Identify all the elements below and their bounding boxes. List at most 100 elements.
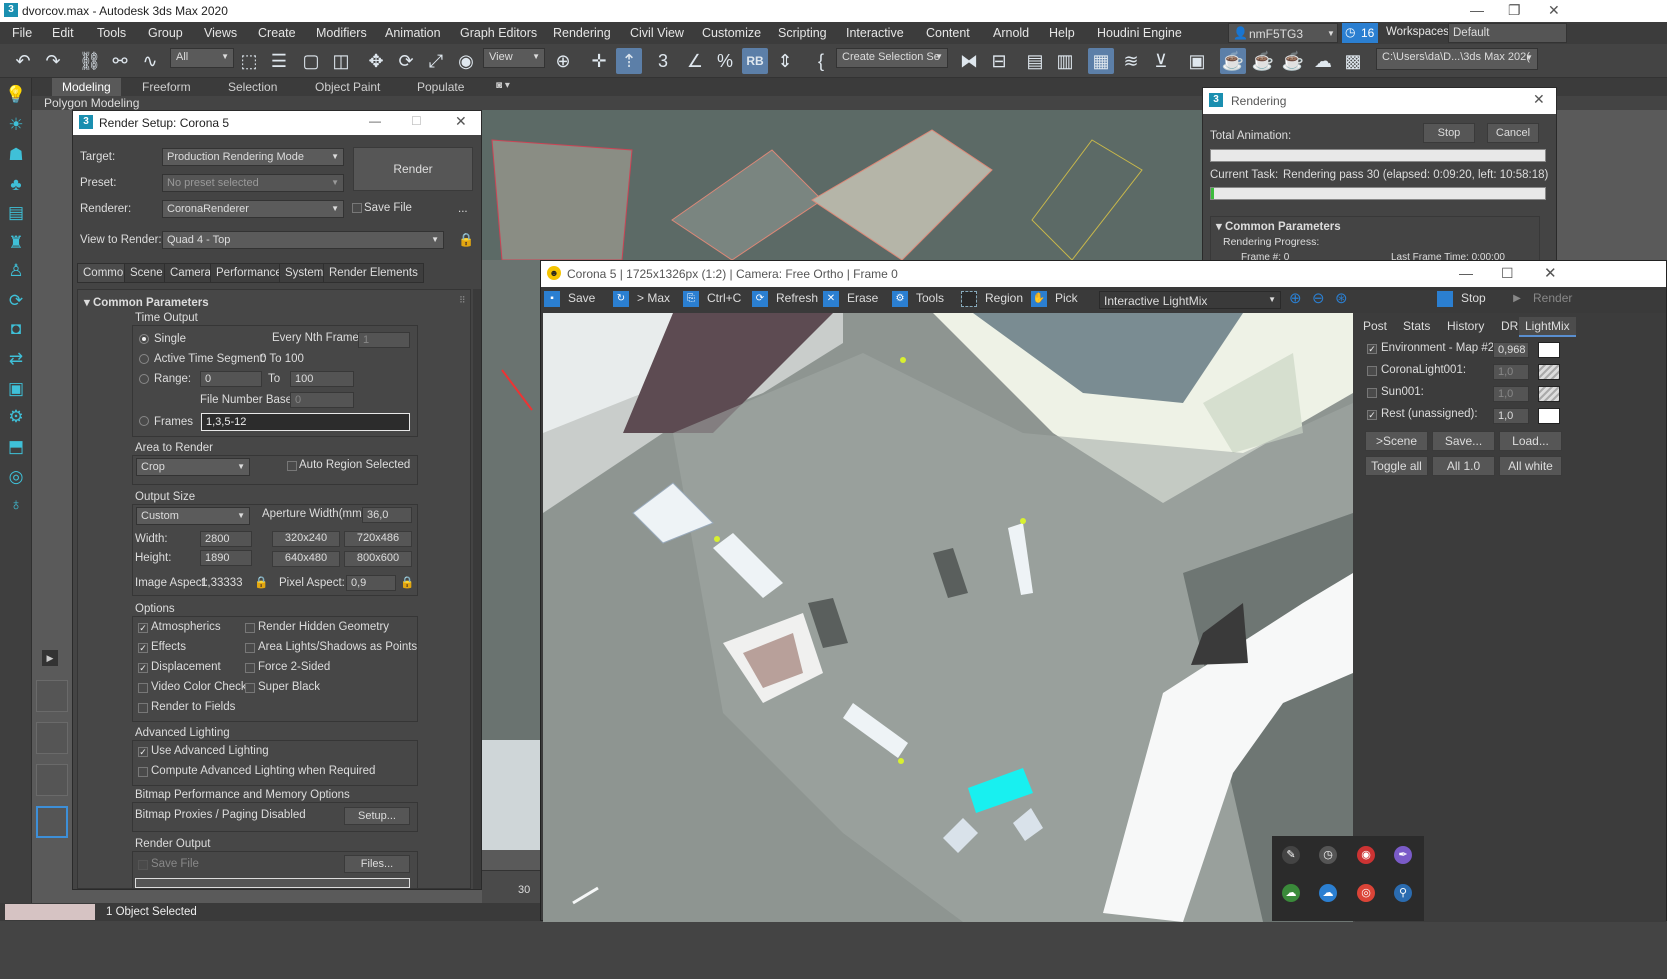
atmospherics-checkbox[interactable]: ✓ [138, 623, 148, 633]
lightmix-sun-color-swatch[interactable] [1538, 386, 1560, 402]
preset-320x240-button[interactable]: 320x240 [272, 531, 340, 547]
lightmix-coronalight-color-swatch[interactable] [1538, 364, 1560, 380]
auto-region-checkbox[interactable] [287, 461, 297, 471]
menu-customize[interactable]: Customize [702, 26, 761, 40]
lightmix-save-button[interactable]: Save... [1432, 431, 1495, 451]
lightmix-toggle-all-button[interactable]: Toggle all [1365, 456, 1428, 476]
layer-explorer-icon[interactable]: ▤ [1022, 48, 1048, 74]
height-spinner[interactable]: 1890 [200, 550, 252, 566]
lightmix-rest-spinner[interactable]: 1,0 [1493, 408, 1529, 424]
person-icon[interactable]: ♙ [5, 260, 27, 282]
spinner-snap-icon[interactable]: ⇕ [772, 48, 798, 74]
camera-icon[interactable]: ◘ [5, 318, 27, 340]
vfb-tab-lightmix[interactable]: LightMix [1519, 317, 1576, 337]
menu-arnold[interactable]: Arnold [993, 26, 1029, 40]
place-icon[interactable]: ◉ [453, 48, 479, 74]
menu-rendering[interactable]: Rendering [553, 26, 611, 40]
single-radio[interactable] [139, 334, 149, 344]
vfb-region-button[interactable]: Region [961, 291, 1023, 309]
aspect-lock-icon[interactable]: 🔒 [254, 575, 268, 589]
scene-explorer-icon[interactable]: ▦ [1088, 48, 1114, 74]
create-light-icon[interactable]: 💡 [5, 84, 27, 106]
menu-tools[interactable]: Tools [97, 26, 126, 40]
effects-checkbox[interactable]: ✓ [138, 643, 148, 653]
width-spinner[interactable]: 2800 [200, 531, 252, 547]
maximize-icon[interactable]: ☐ [1501, 265, 1514, 282]
menu-help[interactable]: Help [1049, 26, 1075, 40]
list-icon[interactable]: ▤ [5, 202, 27, 224]
render-output-path-field[interactable] [135, 878, 410, 888]
lightmix-environment-checkbox[interactable]: ✓ [1367, 344, 1377, 354]
tab-system[interactable]: System [279, 263, 330, 283]
minimize-icon[interactable]: — [1470, 2, 1484, 18]
export-icon[interactable]: ⬒ [5, 436, 27, 458]
zoom-in-icon[interactable]: ⊕ [1289, 289, 1302, 307]
rendered-frame-window-icon[interactable]: ☕ [1250, 48, 1276, 74]
preset-640x480-button[interactable]: 640x480 [272, 551, 340, 567]
vfb-mode-dropdown[interactable]: Interactive LightMix ▼ [1099, 291, 1281, 309]
save-file-checkbox[interactable] [352, 203, 362, 213]
lightmix-load-button[interactable]: Load... [1499, 431, 1562, 451]
bulb-icon[interactable]: ♁ [5, 494, 27, 516]
menu-houdini-engine[interactable]: Houdini Engine [1097, 26, 1182, 40]
render-in-cloud-icon[interactable]: ☁ [1310, 48, 1336, 74]
vfb-tab-stats[interactable]: Stats [1397, 317, 1436, 337]
viewport-layout-button[interactable] [36, 764, 68, 796]
active-segment-radio[interactable] [139, 354, 149, 364]
every-nth-spinner[interactable]: 1 [358, 332, 410, 348]
menu-scripting[interactable]: Scripting [778, 26, 827, 40]
cancel-render-button[interactable]: Cancel [1487, 123, 1539, 143]
lightmix-to-scene-button[interactable]: >Scene [1365, 431, 1428, 451]
vfb-refresh-button[interactable]: ⟳ Refresh [752, 291, 818, 309]
area-lights-checkbox[interactable] [245, 643, 255, 653]
lightmix-environment-spinner[interactable]: 0,968 [1493, 342, 1529, 358]
named-selection-set-dropdown[interactable]: Create Selection Se ▼ [836, 48, 948, 68]
material-editor-icon[interactable]: ▣ [1184, 48, 1210, 74]
pixel-aspect-lock-icon[interactable]: 🔒 [400, 575, 414, 589]
tray-chrome-icon[interactable]: ◎ [1357, 884, 1375, 902]
vfb-erase-button[interactable]: ✕ Erase [823, 291, 878, 309]
rotate-icon[interactable]: ⟳ [393, 48, 419, 74]
lightmix-all-white-button[interactable]: All white [1499, 456, 1562, 476]
tab-scene[interactable]: Scene [124, 263, 169, 283]
render-hidden-geometry-checkbox[interactable] [245, 623, 255, 633]
figure-icon[interactable]: ♜ [5, 232, 27, 254]
rectangular-selection-icon[interactable]: ▢ [298, 48, 324, 74]
mirror-icon[interactable]: ⧓ [956, 48, 982, 74]
ribbon-tab-selection[interactable]: Selection [218, 78, 287, 96]
move-tool-icon[interactable]: ⇄ [5, 348, 27, 370]
lightmix-environment-color-swatch[interactable] [1538, 342, 1560, 358]
vfb-stop-button[interactable]: Stop [1437, 291, 1486, 309]
tray-adobe-icon[interactable]: ◉ [1357, 846, 1375, 864]
reference-coordinate-dropdown[interactable]: View ▼ [483, 48, 545, 68]
viewport-layout-button[interactable] [36, 680, 68, 712]
asset-library-icon[interactable]: ▩ [1340, 48, 1366, 74]
force-2-sided-checkbox[interactable] [245, 663, 255, 673]
stop-render-button[interactable]: Stop [1423, 123, 1475, 143]
menu-civil-view[interactable]: Civil View [630, 26, 684, 40]
selection-filter-dropdown[interactable]: All ▼ [170, 48, 234, 68]
rollout-title[interactable]: ▾ Common Parameters [84, 295, 209, 309]
maxscript-listener[interactable] [5, 904, 95, 920]
maximize-icon[interactable]: ☐ [411, 114, 422, 128]
menu-create[interactable]: Create [258, 26, 296, 40]
people-icon[interactable]: ☗ [5, 144, 27, 166]
pivot-icon[interactable]: ⊕ [550, 48, 576, 74]
menu-views[interactable]: Views [204, 26, 237, 40]
lightmix-sun-checkbox[interactable] [1367, 388, 1377, 398]
tab-render-elements[interactable]: Render Elements [323, 263, 424, 283]
viewport-layout-button[interactable] [36, 722, 68, 754]
menu-modifiers[interactable]: Modifiers [316, 26, 367, 40]
lightmix-all-1-button[interactable]: All 1.0 [1432, 456, 1495, 476]
render-setup-scrollbar[interactable] [473, 289, 481, 889]
render-output-save-file-checkbox[interactable] [138, 860, 148, 870]
edit-named-selection-icon[interactable]: { [808, 48, 834, 74]
ribbon-tab-modeling[interactable]: Modeling [52, 78, 121, 96]
output-size-dropdown[interactable]: Custom ▼ [136, 507, 250, 525]
keyboard-shortcut-icon[interactable]: ✛ [586, 48, 612, 74]
workspace-dropdown[interactable]: Default [1448, 23, 1567, 43]
rendering-rollout-title[interactable]: ▾ Common Parameters [1216, 219, 1341, 233]
move-icon[interactable]: ✥ [363, 48, 389, 74]
view-to-render-dropdown[interactable]: Quad 4 - Top ▼ [162, 231, 444, 249]
preset-800x600-button[interactable]: 800x600 [344, 551, 412, 567]
